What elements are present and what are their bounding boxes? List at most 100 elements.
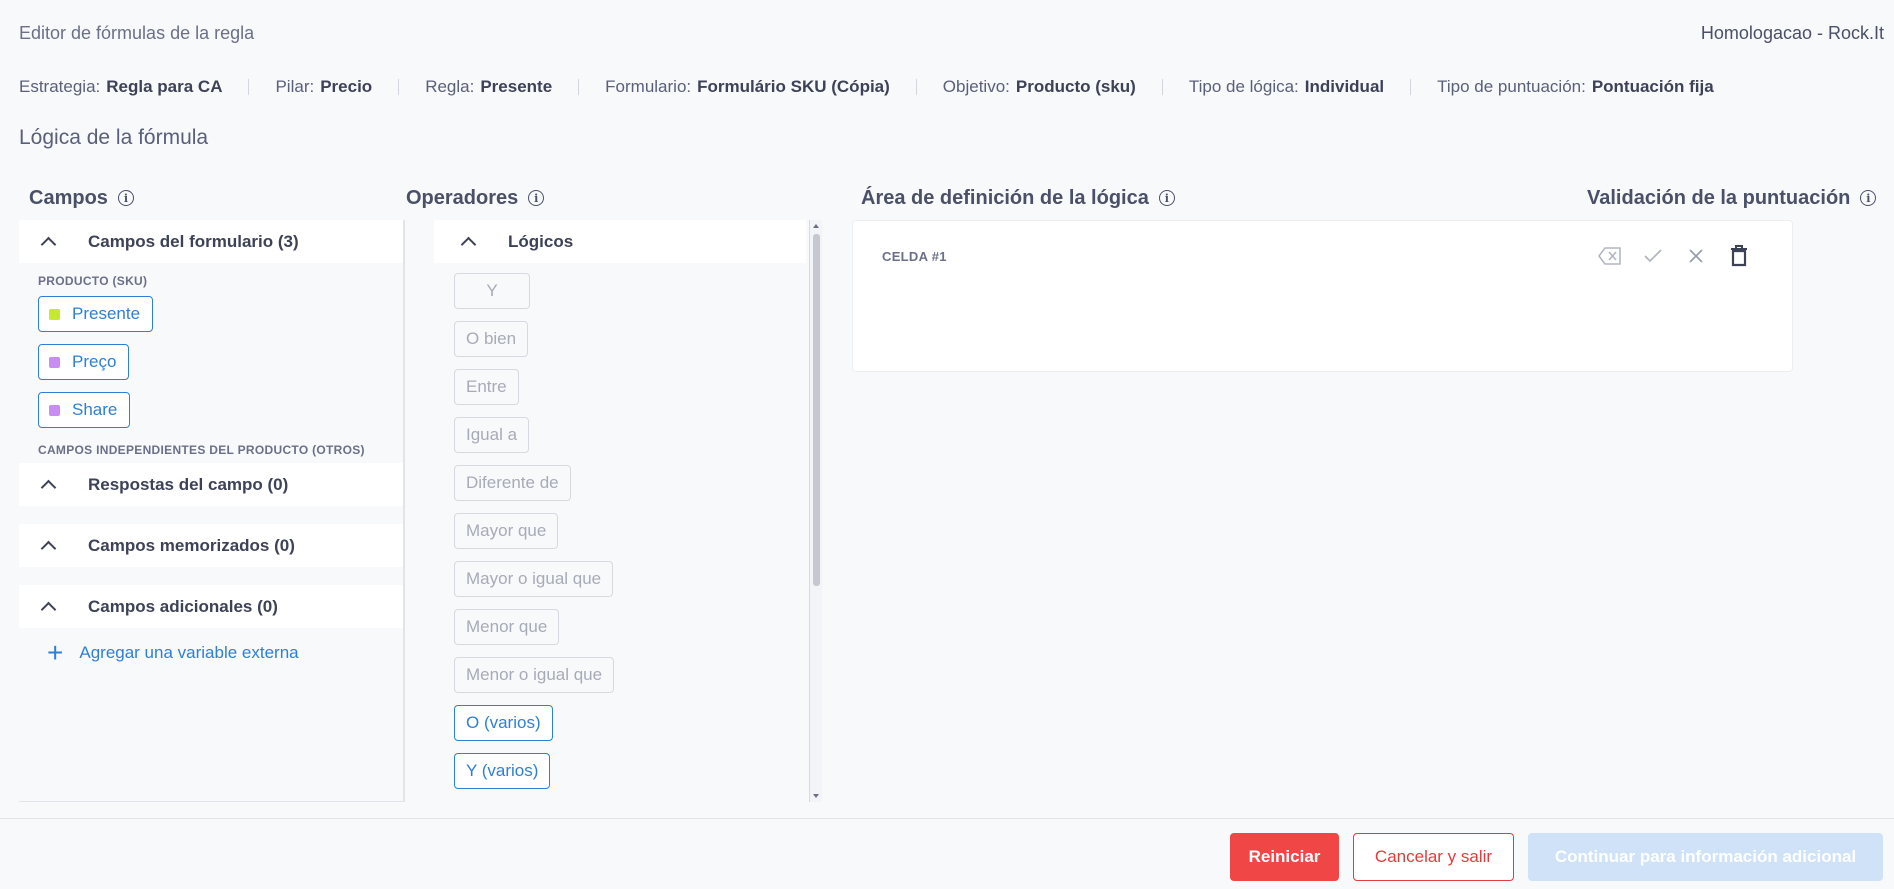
logic-area-header: Área de definición de la lógica i [861, 186, 1175, 210]
meta-logic-type: Tipo de lógica: Individual [1189, 77, 1384, 97]
scroll-down-icon[interactable] [813, 794, 819, 798]
backspace-icon[interactable] [1597, 243, 1623, 269]
additional-fields-accordion[interactable]: Campos adicionales (0) [19, 585, 403, 628]
operator-and-multiple[interactable]: Y (varios) [454, 753, 551, 789]
chevron-up-icon [40, 601, 57, 618]
meta-pillar: Pilar: Precio [275, 77, 372, 97]
trash-icon[interactable] [1726, 243, 1752, 269]
field-chip-presente[interactable]: Presente [38, 296, 154, 332]
meta-strategy: Estrategia: Regla para CA [19, 77, 222, 97]
meta-rule: Regla: Presente [425, 77, 552, 97]
accordion-label: Campos memorizados (0) [88, 535, 295, 555]
meta-key: Tipo de puntuación: [1437, 77, 1586, 96]
fields-column-title: Campos [29, 186, 108, 209]
app-title: Editor de fórmulas de la regla [19, 22, 255, 43]
field-answers-accordion[interactable]: Respostas del campo (0) [19, 463, 403, 506]
operator-less[interactable]: Menor que [454, 609, 560, 645]
close-icon[interactable] [1683, 243, 1709, 269]
meta-objective: Objetivo: Producto (sku) [943, 77, 1136, 97]
info-icon[interactable]: i [1860, 190, 1877, 206]
plus-icon: + [47, 637, 64, 668]
operator-equal[interactable]: Igual a [454, 417, 530, 453]
meta-key: Formulario: [605, 77, 692, 96]
scroll-up-icon[interactable] [813, 224, 819, 228]
field-chip-row: Share [19, 392, 403, 428]
field-chip-label: Share [72, 400, 118, 419]
color-dot [49, 308, 60, 320]
operator-between[interactable]: Entre [454, 369, 519, 405]
operator-greater[interactable]: Mayor que [454, 513, 559, 549]
independent-caption: CAMPOS INDEPENDIENTES DEL PRODUCTO (OTRO… [38, 443, 365, 457]
rule-meta-row: Estrategia: Regla para CA Pilar: Precio Re… [19, 76, 1714, 98]
meta-divider [1161, 79, 1163, 95]
accordion-label: Campos del formulario (3) [88, 231, 299, 251]
chevron-up-icon [40, 479, 57, 496]
memorized-fields-accordion[interactable]: Campos memorizados (0) [19, 524, 403, 567]
fields-column-header: Campos i [29, 186, 134, 210]
operator-not-equal[interactable]: Diferente de [454, 465, 571, 501]
info-icon[interactable]: i [117, 190, 134, 206]
cell-label: CELDA #1 [882, 249, 947, 264]
meta-value: Individual [1304, 77, 1385, 96]
chevron-up-icon [40, 236, 57, 253]
operators-scrollbar[interactable] [809, 220, 822, 802]
top-bar: Editor de fórmulas de la regla Homologac… [19, 22, 1884, 44]
form-fields-accordion[interactable]: Campos del formulario (3) [19, 220, 403, 263]
meta-value: Presente [480, 77, 553, 96]
cell-actions [1580, 243, 1752, 269]
continue-button[interactable]: Continuar para información adicional [1528, 833, 1883, 881]
meta-value: Precio [320, 77, 373, 96]
logic-area-title: Área de definición de la lógica [861, 186, 1149, 209]
meta-score-type: Tipo de puntuación: Pontuación fija [1437, 77, 1714, 97]
score-validation-title: Validación de la puntuación [1587, 186, 1851, 209]
meta-divider [578, 79, 580, 95]
check-icon[interactable] [1640, 243, 1666, 269]
operators-column-header: Operadores i [406, 186, 545, 210]
logical-operators-accordion[interactable]: Lógicos [434, 220, 806, 263]
meta-form: Formulario: Formulário SKU (Cópia) [605, 77, 890, 97]
accordion-label: Campos adicionales (0) [88, 596, 278, 616]
reset-button[interactable]: Reiniciar [1230, 833, 1339, 881]
color-dot [49, 404, 60, 416]
meta-key: Tipo de lógica: [1188, 77, 1299, 96]
meta-value: Pontuación fija [1591, 77, 1714, 96]
cancel-exit-button[interactable]: Cancelar y salir [1353, 833, 1514, 881]
meta-value: Regla para CA [106, 77, 223, 96]
field-chip-label: Presente [72, 304, 141, 323]
logic-cell[interactable]: CELDA #1 [852, 220, 1793, 372]
operator-less-equal[interactable]: Menor o igual que [454, 657, 615, 693]
score-validation-header: Validación de la puntuación i [1587, 186, 1877, 210]
scrollbar-thumb[interactable] [813, 234, 820, 586]
operators-column-title: Operadores [406, 186, 519, 209]
info-icon[interactable]: i [1158, 190, 1175, 206]
meta-key: Estrategia: [19, 77, 101, 96]
accordion-label: Lógicos [508, 231, 574, 251]
meta-key: Pilar: [275, 77, 315, 96]
info-icon[interactable]: i [528, 190, 545, 206]
meta-divider [398, 79, 400, 95]
meta-divider [1410, 79, 1412, 95]
footer-bar: Reiniciar Cancelar y salir Continuar par… [0, 818, 1894, 889]
accordion-label: Respostas del campo (0) [88, 474, 289, 494]
chevron-up-icon [460, 236, 477, 253]
section-title: Lógica de la fórmula [19, 126, 209, 149]
operator-or[interactable]: O bien [454, 321, 529, 357]
field-chip-row: Preço [19, 344, 403, 380]
meta-value: Formulário SKU (Cópia) [697, 77, 890, 96]
product-caption: PRODUCTO (SKU) [38, 274, 148, 288]
field-chip-share[interactable]: Share [38, 392, 131, 428]
field-chip-preco[interactable]: Preço [38, 344, 130, 380]
add-external-variable-button[interactable]: + Agregar una variable externa [19, 638, 403, 668]
meta-key: Regla: [425, 77, 475, 96]
fields-panel: Campos del formulario (3) PRODUCTO (SKU)… [19, 220, 405, 802]
operator-or-multiple[interactable]: O (varios) [454, 705, 553, 741]
operator-and[interactable]: Y [454, 273, 530, 309]
operator-greater-equal[interactable]: Mayor o igual que [454, 561, 614, 597]
operators-panel: Lógicos Y O bien Entre Igual a Diferente… [434, 220, 822, 802]
meta-divider [248, 79, 250, 95]
meta-divider [915, 79, 917, 95]
add-external-variable-label: Agregar una variable externa [79, 643, 299, 662]
organization-name: Homologacao - Rock.It [1700, 22, 1884, 43]
field-chip-label: Preço [72, 352, 117, 371]
meta-key: Objetivo: [942, 77, 1010, 96]
